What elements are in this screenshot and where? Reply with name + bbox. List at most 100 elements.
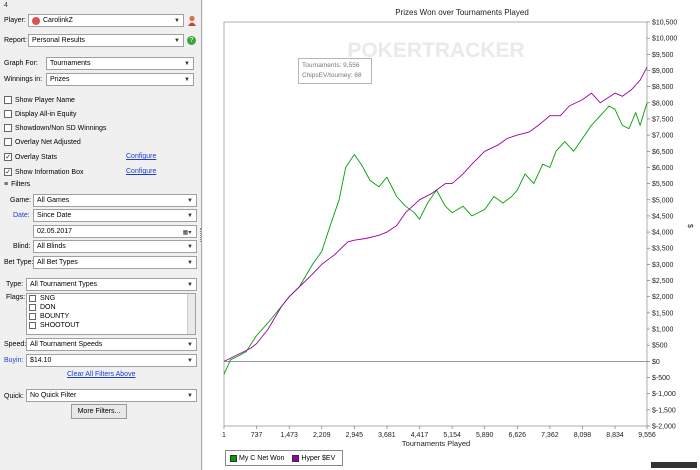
date-input[interactable]: 02.05.2017 ▦▾	[33, 225, 197, 238]
game-label: Game:	[10, 197, 32, 204]
option-show-player-name[interactable]: Show Player Name	[4, 94, 75, 106]
option-show-information-box[interactable]: ✓ Show Information Box	[4, 166, 83, 178]
legend-label-hyper-ev: Hyper $EV	[301, 454, 336, 462]
speed-label: Speed:	[4, 341, 27, 348]
report-value: Personal Results	[32, 37, 85, 44]
blind-value: All Blinds	[37, 243, 66, 250]
checkbox[interactable]	[29, 313, 36, 320]
option-label: Show Information Box	[15, 168, 84, 176]
type-select[interactable]: All Tournament Types ▼	[26, 278, 197, 291]
option-label: Showdown/Non SD Winnings	[15, 124, 107, 132]
option-label: Display All-in Equity	[15, 110, 77, 118]
chevron-down-icon: ▼	[187, 260, 193, 266]
flag-label: SNG	[40, 295, 56, 302]
quick-label: Quick:	[4, 393, 24, 400]
winnings-in-label: Winnings in:	[4, 76, 43, 83]
checkbox[interactable]	[4, 110, 12, 118]
type-label: Type:	[6, 281, 24, 288]
chevron-down-icon: ▼	[174, 38, 180, 44]
configure-information-box-link[interactable]: Configure	[126, 168, 156, 175]
flags-scrollbar[interactable]	[187, 294, 195, 334]
option-showdown-winnings[interactable]: Showdown/Non SD Winnings	[4, 122, 106, 134]
option-overlay-stats[interactable]: ✓ Overlay Stats	[4, 151, 57, 163]
date-label: Date:	[13, 212, 30, 219]
legend-label-net-won: My C Net Won	[239, 454, 285, 462]
option-display-all-in-equity[interactable]: Display All-in Equity	[4, 108, 76, 120]
checkbox[interactable]	[4, 96, 12, 104]
bet-type-value: All Bet Types	[37, 259, 78, 266]
chart-panel	[203, 0, 700, 470]
chevron-down-icon: ▼	[187, 342, 193, 348]
player-label: Player:	[4, 17, 26, 24]
report-label: Report:	[4, 37, 27, 44]
resize-grip[interactable]	[651, 462, 697, 468]
legend-swatch-hyper-ev	[292, 454, 300, 462]
checkbox[interactable]	[29, 322, 36, 329]
filters-section-header[interactable]: ≡ Filters	[4, 181, 30, 188]
chevron-down-icon: ▼	[174, 18, 180, 24]
date-value: Since Date	[37, 212, 72, 219]
checkbox[interactable]	[4, 138, 12, 146]
flag-item[interactable]: BOUNTY	[27, 312, 195, 321]
graph-for-value: Tournaments	[50, 60, 91, 67]
date-select[interactable]: Since Date ▼	[33, 209, 197, 222]
flags-label: Flags:	[6, 294, 26, 301]
speed-select[interactable]: All Tournament Speeds ▼	[26, 338, 197, 351]
buyin-label: Buyin:	[4, 357, 24, 364]
checkbox[interactable]	[29, 295, 36, 302]
chart-legend: My C Net Won Hyper $EV	[225, 450, 343, 466]
graph-for-select[interactable]: Tournaments ▼	[46, 57, 194, 70]
panel-index: 4	[4, 2, 8, 9]
checkbox-checked[interactable]: ✓	[4, 153, 12, 161]
flag-item[interactable]: DON	[27, 303, 195, 312]
quick-filter-select[interactable]: No Quick Filter ▼	[26, 389, 197, 402]
bet-type-select[interactable]: All Bet Types ▼	[33, 256, 197, 269]
graph-for-label: Graph For:	[4, 60, 38, 67]
flag-item[interactable]: SNG	[27, 294, 195, 303]
blind-label: Blind:	[13, 243, 31, 250]
chevron-down-icon: ▼	[187, 358, 193, 364]
buyin-select[interactable]: $14.10 ▼	[26, 354, 197, 367]
game-select[interactable]: All Games ▼	[33, 194, 197, 207]
chevron-down-icon: ▼	[184, 61, 190, 67]
filters-header-label: Filters	[11, 181, 31, 188]
splitter-handle[interactable]	[200, 228, 202, 242]
option-label: Show Player Name	[15, 96, 75, 104]
checkbox[interactable]	[29, 304, 36, 311]
info-box-line-2: ChipsEV/tourney: 68	[302, 72, 362, 79]
flag-label: SHOOTOUT	[40, 322, 80, 329]
buyin-value: $14.10	[30, 357, 52, 364]
player-alias-icon[interactable]	[187, 15, 197, 26]
checkbox-checked[interactable]: ✓	[4, 168, 12, 176]
calendar-icon[interactable]: ▦▾	[180, 227, 194, 237]
configure-overlay-stats-link[interactable]: Configure	[126, 153, 156, 160]
clear-all-filters-link[interactable]: Clear All Filters Above	[67, 371, 135, 378]
report-select[interactable]: Personal Results ▼	[28, 34, 184, 47]
info-box-line-1: Tournaments: 9,556	[302, 62, 360, 69]
chevron-down-icon: ▼	[187, 244, 193, 250]
player-avatar-icon	[32, 16, 40, 25]
game-value: All Games	[37, 197, 70, 204]
option-overlay-net-adjusted[interactable]: Overlay Net Adjusted	[4, 136, 81, 148]
option-label: Overlay Net Adjusted	[15, 138, 81, 146]
player-select[interactable]: CarolinkZ ▼	[28, 14, 184, 27]
flags-list[interactable]: SNG DON BOUNTY SHOOTOUT	[26, 293, 196, 335]
winnings-in-select[interactable]: Prizes ▼	[46, 73, 194, 86]
filter-panel: 4 Player: CarolinkZ ▼ Report: Personal R…	[0, 0, 202, 470]
flag-item[interactable]: SHOOTOUT	[27, 321, 195, 330]
legend-swatch-net-won	[230, 454, 237, 462]
help-icon[interactable]: ?	[187, 36, 196, 45]
player-value: CarolinkZ	[43, 17, 73, 24]
blind-select[interactable]: All Blinds ▼	[33, 240, 197, 253]
bet-type-label: Bet Type:	[4, 259, 34, 266]
information-box: Tournaments: 9,556 ChipsEV/tourney: 68	[298, 58, 372, 84]
checkbox[interactable]	[4, 124, 12, 132]
winnings-in-value: Prizes	[50, 76, 70, 83]
chevron-down-icon: ▼	[187, 213, 193, 219]
quick-filter-value: No Quick Filter	[30, 392, 77, 399]
more-filters-button[interactable]: More Filters...	[71, 404, 127, 419]
collapse-icon: ≡	[4, 181, 9, 188]
chevron-down-icon: ▼	[184, 77, 190, 83]
chevron-down-icon: ▼	[187, 282, 193, 288]
chevron-down-icon: ▼	[187, 198, 193, 204]
